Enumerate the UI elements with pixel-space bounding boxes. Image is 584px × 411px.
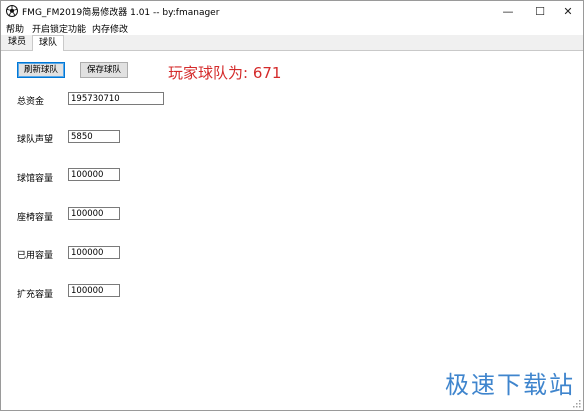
menu-bar: 帮助 开启锁定功能 内存修改 bbox=[1, 21, 583, 35]
tab-team-label: 球队 bbox=[38, 38, 57, 48]
tab-strip: 球员 球队 bbox=[1, 35, 583, 52]
seating-capacity-input[interactable]: 100000 bbox=[68, 207, 120, 220]
team-panel: 刷新球队 保存球队 玩家球队为: 671 总资金 195730710 球队声望 … bbox=[1, 51, 583, 410]
menu-help[interactable]: 帮助 bbox=[6, 22, 24, 35]
watermark-logo: 极速下载站 bbox=[445, 371, 575, 399]
minimize-icon: — bbox=[502, 4, 514, 18]
resize-grip-icon[interactable] bbox=[572, 399, 581, 408]
total-funds-input[interactable]: 195730710 bbox=[68, 92, 164, 105]
stadium-capacity-input[interactable]: 100000 bbox=[68, 168, 120, 181]
close-button[interactable]: ✕ bbox=[552, 1, 583, 21]
refresh-team-button[interactable]: 刷新球队 bbox=[17, 62, 65, 78]
expansion-capacity-label: 扩充容量 bbox=[17, 290, 54, 300]
menu-memory-edit[interactable]: 内存修改 bbox=[92, 22, 128, 35]
app-window: FMG_FM2019简易修改器 1.01 -- by:fmanager — ☐ … bbox=[0, 0, 584, 411]
team-reputation-label: 球队声望 bbox=[17, 135, 54, 145]
tab-team[interactable]: 球队 bbox=[32, 35, 64, 52]
menu-enable-lock[interactable]: 开启锁定功能 bbox=[32, 22, 86, 35]
stadium-capacity-label: 球馆容量 bbox=[17, 174, 54, 184]
tab-players-label: 球员 bbox=[7, 37, 26, 47]
save-team-button[interactable]: 保存球队 bbox=[80, 62, 128, 78]
close-icon: ✕ bbox=[563, 4, 573, 18]
used-capacity-input[interactable]: 100000 bbox=[68, 246, 120, 259]
player-team-headline: 玩家球队为: 671 bbox=[168, 64, 282, 82]
expansion-capacity-input[interactable]: 100000 bbox=[68, 284, 120, 297]
team-reputation-input[interactable]: 5850 bbox=[68, 130, 120, 143]
maximize-icon: ☐ bbox=[535, 4, 545, 18]
used-capacity-label: 已用容量 bbox=[17, 251, 54, 261]
window-title: FMG_FM2019简易修改器 1.01 -- by:fmanager bbox=[22, 8, 220, 18]
minimize-button[interactable]: — bbox=[492, 1, 524, 21]
title-bar[interactable]: FMG_FM2019简易修改器 1.01 -- by:fmanager — ☐ … bbox=[1, 1, 583, 21]
total-funds-label: 总资金 bbox=[17, 97, 45, 107]
seating-capacity-label: 座椅容量 bbox=[17, 213, 54, 223]
tab-players[interactable]: 球员 bbox=[4, 35, 30, 49]
soccer-ball-icon bbox=[6, 5, 18, 17]
